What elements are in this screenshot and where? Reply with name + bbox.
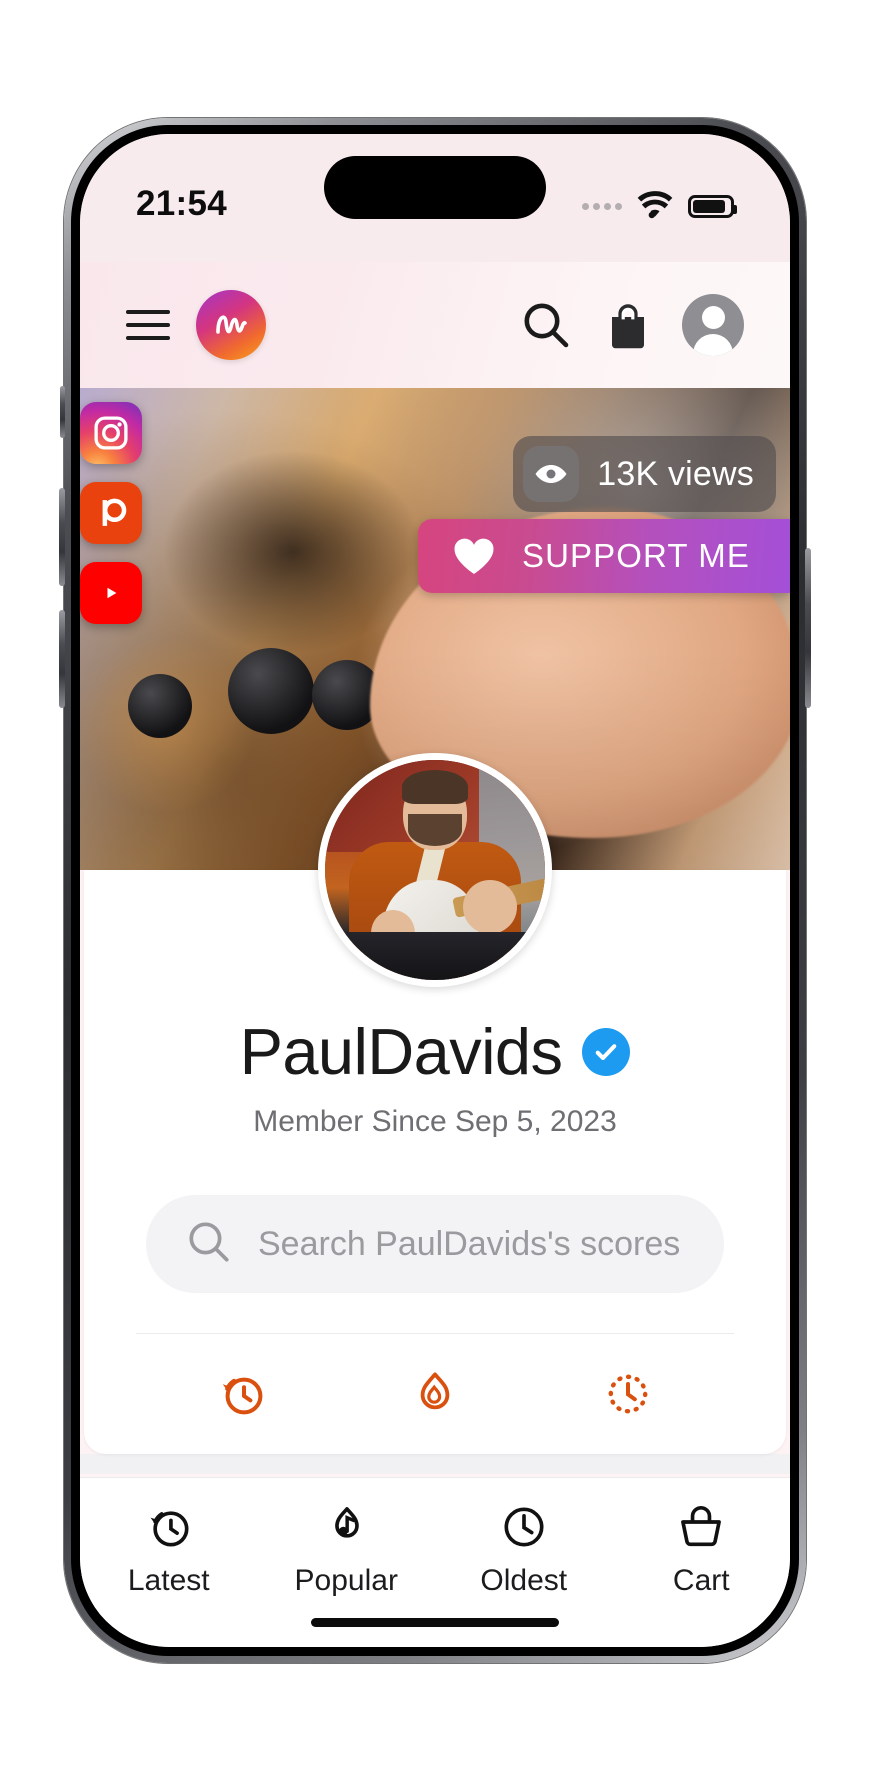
flame-icon bbox=[420, 1372, 450, 1410]
search-icon[interactable] bbox=[518, 297, 574, 353]
dotted-clock-icon bbox=[608, 1374, 648, 1414]
support-me-button[interactable]: SUPPORT ME bbox=[418, 519, 790, 593]
clock-rewind-icon bbox=[223, 1377, 263, 1415]
cover-decoration bbox=[312, 660, 382, 730]
hamburger-menu-icon[interactable] bbox=[126, 310, 170, 340]
volume-up-button[interactable] bbox=[59, 488, 65, 586]
basket-icon bbox=[681, 1506, 722, 1547]
filter-trending[interactable] bbox=[339, 1368, 532, 1420]
dynamic-island bbox=[324, 156, 546, 219]
support-me-label: SUPPORT ME bbox=[522, 537, 750, 574]
clock-rewind-icon bbox=[150, 1511, 189, 1547]
screenshot-stage: 21:54 13K views SUPPORT ME PaulDavids Me… bbox=[0, 0, 870, 1781]
youtube-icon[interactable] bbox=[80, 562, 142, 624]
profile-card: PaulDavids Member Since Sep 5, 2023 Sear… bbox=[84, 753, 786, 1454]
search-placeholder: Search PaulDavids's scores bbox=[258, 1224, 681, 1263]
phone-bezel: 21:54 13K views SUPPORT ME PaulDavids Me… bbox=[71, 125, 799, 1656]
cover-decoration bbox=[228, 648, 314, 734]
avatar[interactable] bbox=[318, 753, 552, 987]
account-avatar-icon[interactable] bbox=[682, 294, 744, 356]
profile-name-row: PaulDavids bbox=[84, 1006, 786, 1089]
search-icon bbox=[186, 1219, 232, 1270]
status-bar-indicators bbox=[582, 186, 737, 224]
heart-icon bbox=[454, 538, 494, 574]
clock-icon bbox=[504, 1507, 544, 1547]
tab-latest[interactable]: Latest bbox=[80, 1502, 258, 1598]
volume-down-button[interactable] bbox=[59, 610, 65, 708]
tab-popular[interactable]: Popular bbox=[258, 1502, 436, 1598]
signal-dots-icon bbox=[582, 203, 622, 210]
tab-latest-label: Latest bbox=[127, 1564, 210, 1597]
search-row: Search PaulDavids's scores bbox=[84, 1139, 786, 1293]
content-gap bbox=[80, 1454, 790, 1474]
filter-scheduled[interactable] bbox=[531, 1368, 724, 1420]
home-indicator[interactable] bbox=[311, 1618, 559, 1627]
cover-decoration bbox=[128, 674, 192, 738]
views-count: 13K views bbox=[597, 454, 754, 493]
tab-cart[interactable]: Cart bbox=[613, 1502, 791, 1598]
verified-check-icon bbox=[582, 1027, 631, 1076]
views-badge: 13K views bbox=[513, 436, 776, 512]
tab-oldest-label: Oldest bbox=[480, 1564, 568, 1597]
search-input[interactable]: Search PaulDavids's scores bbox=[146, 1195, 724, 1293]
tab-oldest[interactable]: Oldest bbox=[435, 1502, 613, 1598]
member-since-label: Member Since Sep 5, 2023 bbox=[253, 1105, 617, 1138]
app-header bbox=[80, 262, 790, 388]
shopping-bag-icon[interactable] bbox=[600, 297, 656, 353]
tab-cart-label: Cart bbox=[672, 1564, 730, 1597]
waveform-logo-icon[interactable] bbox=[196, 290, 266, 360]
eye-icon bbox=[523, 446, 580, 502]
phone-frame: 21:54 13K views SUPPORT ME PaulDavids Me… bbox=[59, 118, 811, 1663]
profile-photo bbox=[325, 760, 545, 980]
page-title: PaulDavids bbox=[239, 1015, 563, 1088]
battery-icon bbox=[688, 195, 737, 218]
status-bar-time: 21:54 bbox=[136, 184, 228, 223]
wifi-icon bbox=[635, 189, 675, 224]
phone-screen: 21:54 13K views SUPPORT ME PaulDavids Me… bbox=[80, 134, 790, 1647]
social-links bbox=[80, 402, 142, 624]
filter-recent[interactable] bbox=[146, 1368, 339, 1420]
instagram-icon[interactable] bbox=[80, 402, 142, 464]
power-button[interactable] bbox=[805, 548, 811, 708]
music-note-fire-icon bbox=[335, 1507, 360, 1538]
tab-popular-label: Popular bbox=[294, 1564, 398, 1597]
silent-switch[interactable] bbox=[60, 386, 65, 438]
patreon-icon[interactable] bbox=[80, 482, 142, 544]
filter-row bbox=[84, 1334, 786, 1420]
